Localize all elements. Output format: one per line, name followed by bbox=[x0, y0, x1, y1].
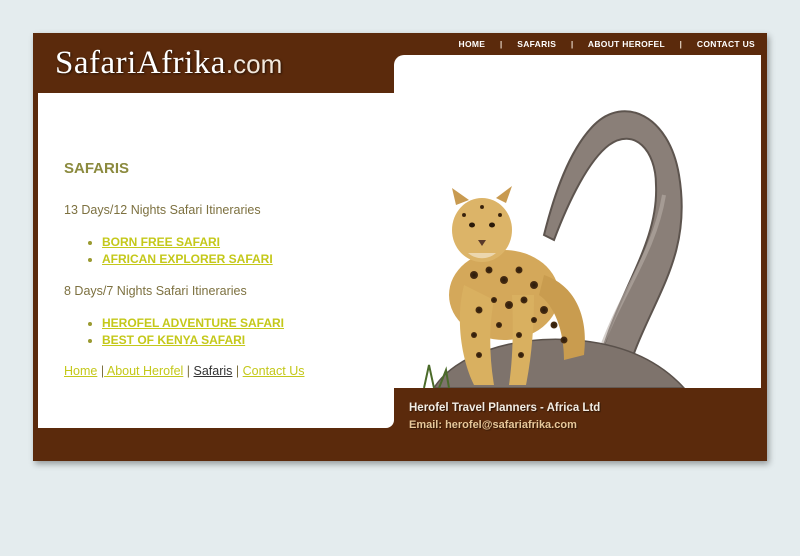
itinerary-group-8-days-title: 8 Days/7 Nights Safari Itineraries bbox=[64, 284, 247, 298]
nav-separator: | bbox=[499, 39, 503, 49]
nav-safaris[interactable]: SAFARIS bbox=[517, 39, 556, 49]
logo-tld: .com bbox=[225, 49, 283, 79]
footer-nav-separator: | bbox=[186, 364, 191, 378]
nav-separator: | bbox=[679, 39, 683, 49]
logo-brand: SafariAfrika bbox=[55, 45, 226, 81]
footer-nav: Home | About Herofel | Safaris | Contact… bbox=[64, 364, 304, 378]
site-frame: SafariAfrika.com HOME | SAFARIS | ABOUT … bbox=[33, 33, 767, 461]
footer-nav-home[interactable]: Home bbox=[64, 364, 97, 378]
born-free-safari-link[interactable]: BORN FREE SAFARI bbox=[102, 235, 220, 249]
leopard-photo bbox=[394, 55, 761, 388]
herofel-adventure-safari-link[interactable]: HEROFEL ADVENTURE SAFARI bbox=[102, 316, 284, 330]
leopard-on-branch-image bbox=[423, 110, 686, 388]
list-item: AFRICAN EXPLORER SAFARI bbox=[102, 251, 273, 268]
site-logo[interactable]: SafariAfrika.com bbox=[55, 42, 282, 84]
list-item: BORN FREE SAFARI bbox=[102, 234, 273, 251]
footer-nav-separator: | bbox=[235, 364, 240, 378]
company-name: Herofel Travel Planners - Africa Ltd bbox=[409, 402, 601, 414]
list-item: BEST OF KENYA SAFARI bbox=[102, 332, 284, 349]
main-content: SAFARIS 13 Days/12 Nights Safari Itinera… bbox=[38, 93, 394, 428]
footer-nav-safaris[interactable]: Safaris bbox=[194, 364, 233, 378]
company-email[interactable]: Email: herofel@safariafrika.com bbox=[409, 419, 577, 431]
footer-nav-about[interactable]: About Herofel bbox=[104, 364, 183, 378]
nav-home[interactable]: HOME bbox=[459, 39, 486, 49]
top-nav: HOME | SAFARIS | ABOUT HEROFEL | CONTACT… bbox=[459, 39, 755, 49]
list-item: HEROFEL ADVENTURE SAFARI bbox=[102, 315, 284, 332]
african-explorer-safari-link[interactable]: AFRICAN EXPLORER SAFARI bbox=[102, 252, 273, 266]
itinerary-list-8-days: HEROFEL ADVENTURE SAFARI BEST OF KENYA S… bbox=[76, 315, 284, 349]
nav-separator: | bbox=[570, 39, 574, 49]
itinerary-list-13-days: BORN FREE SAFARI AFRICAN EXPLORER SAFARI bbox=[76, 234, 273, 268]
itinerary-group-13-days-title: 13 Days/12 Nights Safari Itineraries bbox=[64, 203, 261, 217]
nav-contact[interactable]: CONTACT US bbox=[697, 39, 755, 49]
footer-nav-contact[interactable]: Contact Us bbox=[243, 364, 305, 378]
page-title: SAFARIS bbox=[64, 160, 130, 177]
nav-about[interactable]: ABOUT HEROFEL bbox=[588, 39, 665, 49]
best-of-kenya-safari-link[interactable]: BEST OF KENYA SAFARI bbox=[102, 333, 245, 347]
